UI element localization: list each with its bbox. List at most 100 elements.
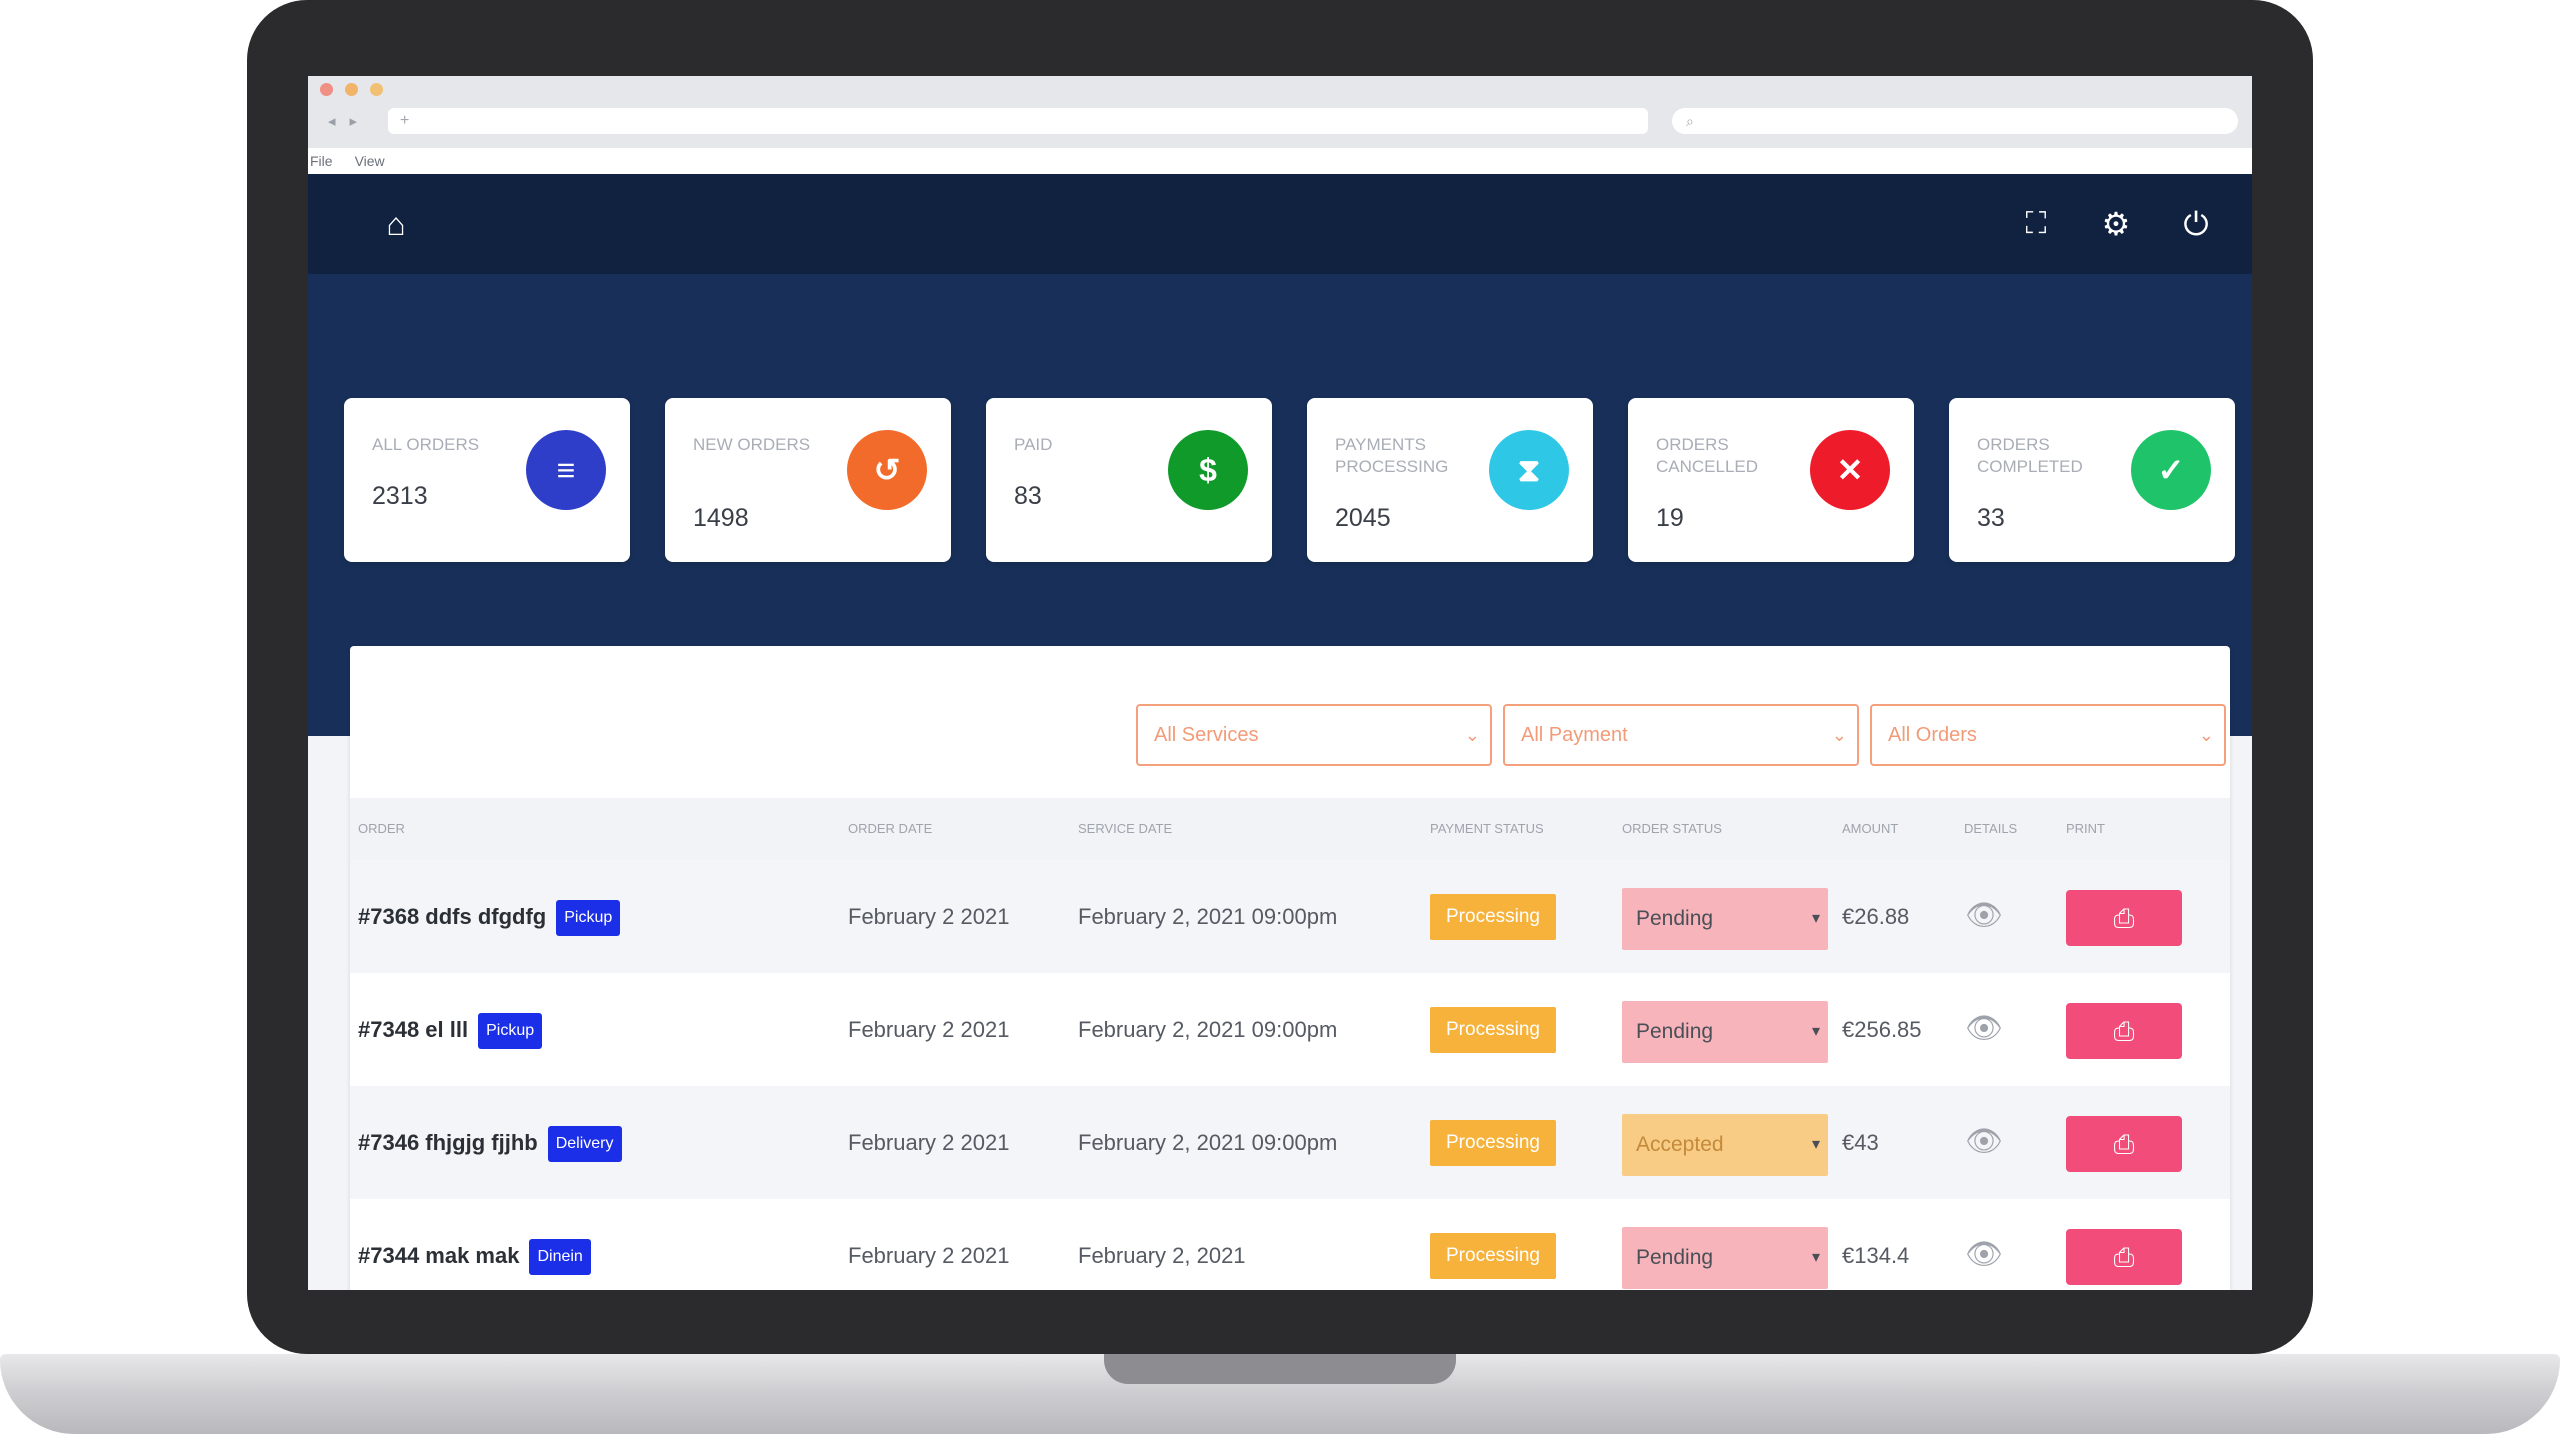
table-row: #7346 fhjgjg fjjhb Delivery February 2 20… [350,1086,2230,1199]
eye-icon[interactable]: 👁 [1964,1235,2004,1275]
laptop-notch [1104,1354,1456,1384]
orders-panel: All Services ⌄ All Payment ⌄ All Orders … [350,646,2230,1290]
amount: €134.4 [1842,1243,1910,1268]
chevron-down-icon: ▾ [1811,1136,1820,1153]
printer-icon: ⎙ [2113,1016,2135,1046]
print-button[interactable]: ⎙ [2066,1116,2182,1172]
printer-icon: ⎙ [2113,903,2135,933]
order-status-select[interactable]: Pending ▾ [1622,1001,1828,1063]
table-row: #7344 mak mak Dinein February 2 2021 Febr… [350,1199,2230,1290]
order-cell: #7348 el lll Pickup [358,973,543,1086]
back-arrow-icon[interactable]: ◂ [328,112,336,130]
gear-icon[interactable]: ⚙ [2096,204,2136,244]
stat-value: 83 [1014,482,1042,510]
window-controls [320,83,383,96]
service-tag: Delivery [547,1126,622,1163]
stat-value: 1498 [693,504,749,532]
power-icon[interactable]: ⏻ [2176,204,2216,244]
stat-value: 19 [1656,504,1684,532]
stat-value: 2313 [372,482,428,510]
payment-status-badge: Processing [1430,1120,1556,1166]
status-value: Pending [1636,1246,1714,1269]
column-header-amount[interactable]: AMOUNT [1842,798,1898,860]
minimize-window-button[interactable] [345,83,358,96]
stat-card-all-orders[interactable]: ALL ORDERS 2313 ≡ [344,398,630,562]
url-bar[interactable]: + [388,108,1648,134]
orders-filter-select[interactable]: All Orders ⌄ [1870,704,2226,766]
stat-label: PAID [1014,435,1053,454]
stat-card-new-orders[interactable]: NEW ORDERS 1498 ↺ [665,398,951,562]
table-row: #7368 ddfs dfgdfg Pickup February 2 2021 … [350,860,2230,973]
stat-value: 33 [1977,504,2005,532]
service-date: February 2, 2021 09:00pm [1078,1017,1338,1042]
laptop-mockup: ◂ ▸ + ⌕ File View ⌂ ⛶ ⚙ ⏻ ALL ORDERS 231… [0,0,2560,1434]
order-id[interactable]: #7344 mak mak [358,1243,519,1268]
select-value: All Orders [1888,724,1977,746]
column-header-service-date[interactable]: SERVICE DATE [1078,798,1172,860]
print-button[interactable]: ⎙ [2066,1003,2182,1059]
amount: €43 [1842,1130,1879,1155]
payment-filter-select[interactable]: All Payment ⌄ [1503,704,1859,766]
service-tag: Pickup [478,1013,543,1050]
print-button[interactable]: ⎙ [2066,890,2182,946]
order-status-select[interactable]: Accepted ▾ [1622,1114,1828,1176]
service-tag: Dinein [529,1239,591,1276]
close-window-button[interactable] [320,83,333,96]
chevron-down-icon: ▾ [1811,1249,1820,1266]
amount: €26.88 [1842,904,1910,929]
chevron-down-icon: ▾ [1811,910,1820,927]
service-date: February 2, 2021 09:00pm [1078,904,1338,929]
select-value: All Services [1154,724,1259,746]
eye-icon[interactable]: 👁 [1964,1009,2004,1049]
table-row: #7348 el lll Pickup February 2 2021 Febru… [350,973,2230,1086]
chevron-down-icon: ▾ [1811,1023,1820,1040]
hourglass-icon: ⧗ [1489,430,1569,510]
order-id[interactable]: #7348 el lll [358,1017,468,1042]
stat-label: ORDERS COMPLETED [1977,435,2083,476]
order-cell: #7346 fhjgjg fjjhb Delivery [358,1086,622,1199]
column-header-details[interactable]: DETAILS [1964,798,2017,860]
maximize-window-button[interactable] [370,83,383,96]
screen: ◂ ▸ + ⌕ File View ⌂ ⛶ ⚙ ⏻ ALL ORDERS 231… [308,76,2252,1290]
column-header-order[interactable]: ORDER [358,798,405,860]
stat-card-paid[interactable]: PAID 83 $ [986,398,1272,562]
stat-card-orders-cancelled[interactable]: ORDERS CANCELLED 19 ✕ [1628,398,1914,562]
menu-file[interactable]: File [310,148,333,174]
eye-icon[interactable]: 👁 [1964,896,2004,936]
stat-card-payments-processing[interactable]: PAYMENTS PROCESSING 2045 ⧗ [1307,398,1593,562]
amount: €256.85 [1842,1017,1922,1042]
order-cell: #7368 ddfs dfgdfg Pickup [358,860,621,973]
dollar-icon: $ [1168,430,1248,510]
order-status-select[interactable]: Pending ▾ [1622,1227,1828,1289]
chevron-down-icon: ⌄ [1831,725,1847,745]
stat-label: NEW ORDERS [693,435,811,454]
select-value: All Payment [1521,724,1628,746]
fullscreen-icon[interactable]: ⛶ [2016,204,2056,244]
menu-view[interactable]: View [355,148,385,174]
column-header-payment-status[interactable]: PAYMENT STATUS [1430,798,1544,860]
browser-search-bar[interactable]: ⌕ [1672,108,2238,134]
home-icon[interactable]: ⌂ [376,204,416,244]
order-id[interactable]: #7346 fhjgjg fjjhb [358,1130,538,1155]
stat-value: 2045 [1335,504,1391,532]
order-date: February 2 2021 [848,1017,1010,1042]
forward-arrow-icon[interactable]: ▸ [350,112,358,130]
order-date: February 2 2021 [848,904,1010,929]
print-button[interactable]: ⎙ [2066,1229,2182,1285]
eye-icon[interactable]: 👁 [1964,1122,2004,1162]
service-date: February 2, 2021 09:00pm [1078,1130,1338,1155]
table-header: ORDER ORDER DATE SERVICE DATE PAYMENT ST… [350,798,2230,860]
status-value: Pending [1636,1020,1714,1043]
order-status-select[interactable]: Pending ▾ [1622,888,1828,950]
column-header-order-status[interactable]: ORDER STATUS [1622,798,1722,860]
chevron-down-icon: ⌄ [1464,725,1480,745]
column-header-print[interactable]: PRINT [2066,798,2105,860]
chevron-down-icon: ⌄ [2198,725,2214,745]
services-filter-select[interactable]: All Services ⌄ [1136,704,1492,766]
order-id[interactable]: #7368 ddfs dfgdfg [358,904,546,929]
column-header-order-date[interactable]: ORDER DATE [848,798,932,860]
stat-card-orders-completed[interactable]: ORDERS COMPLETED 33 ✓ [1949,398,2235,562]
history-icon: ↺ [847,430,927,510]
payment-status-badge: Processing [1430,1233,1556,1279]
menu-bar: File View [308,148,2252,174]
